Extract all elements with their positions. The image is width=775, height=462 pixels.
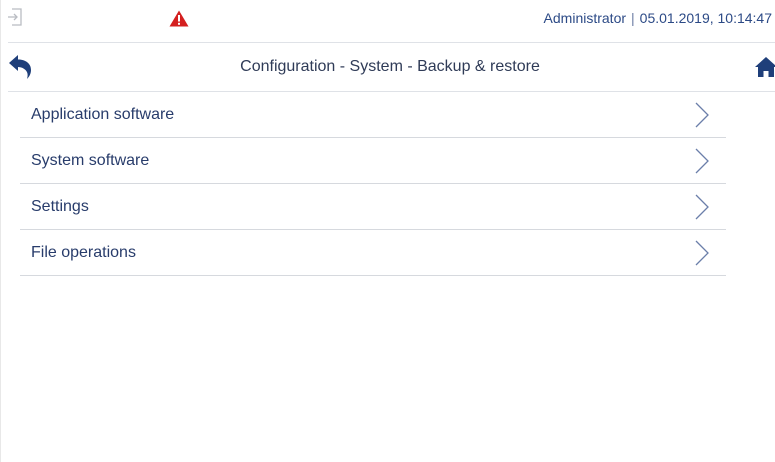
home-icon [755, 57, 775, 77]
chevron-right-icon [694, 240, 710, 266]
chevron-right-icon [694, 194, 710, 220]
menu-item-label: File operations [31, 244, 136, 261]
title-bar: Configuration - System - Backup & restor… [0, 43, 775, 91]
chevron-right-icon [694, 148, 710, 174]
backup-restore-screen: Administrator | 05.01.2019, 10:14:47 Confi… [0, 0, 775, 462]
menu-list: Application software System software Set… [20, 92, 726, 276]
current-user: Administrator [543, 10, 627, 26]
login-icon[interactable] [6, 7, 24, 27]
status-separator: | [631, 10, 635, 26]
current-datetime: 05.01.2019, 10:14:47 [639, 10, 772, 26]
menu-item-label: System software [31, 152, 150, 169]
warning-triangle-icon[interactable] [169, 10, 189, 27]
menu-item-label: Application software [31, 106, 175, 123]
menu-item-file-operations[interactable]: File operations [20, 230, 726, 276]
status-bar: Administrator | 05.01.2019, 10:14:47 [0, 0, 775, 40]
menu-item-label: Settings [31, 198, 89, 215]
chevron-right-icon [694, 102, 710, 128]
menu-item-system-software[interactable]: System software [20, 138, 726, 184]
page-title: Configuration - System - Backup & restor… [240, 58, 540, 75]
home-button[interactable] [755, 56, 775, 78]
menu-item-application-software[interactable]: Application software [20, 92, 726, 138]
menu-item-settings[interactable]: Settings [20, 184, 726, 230]
status-info: Administrator | 05.01.2019, 10:14:47 [544, 10, 772, 26]
